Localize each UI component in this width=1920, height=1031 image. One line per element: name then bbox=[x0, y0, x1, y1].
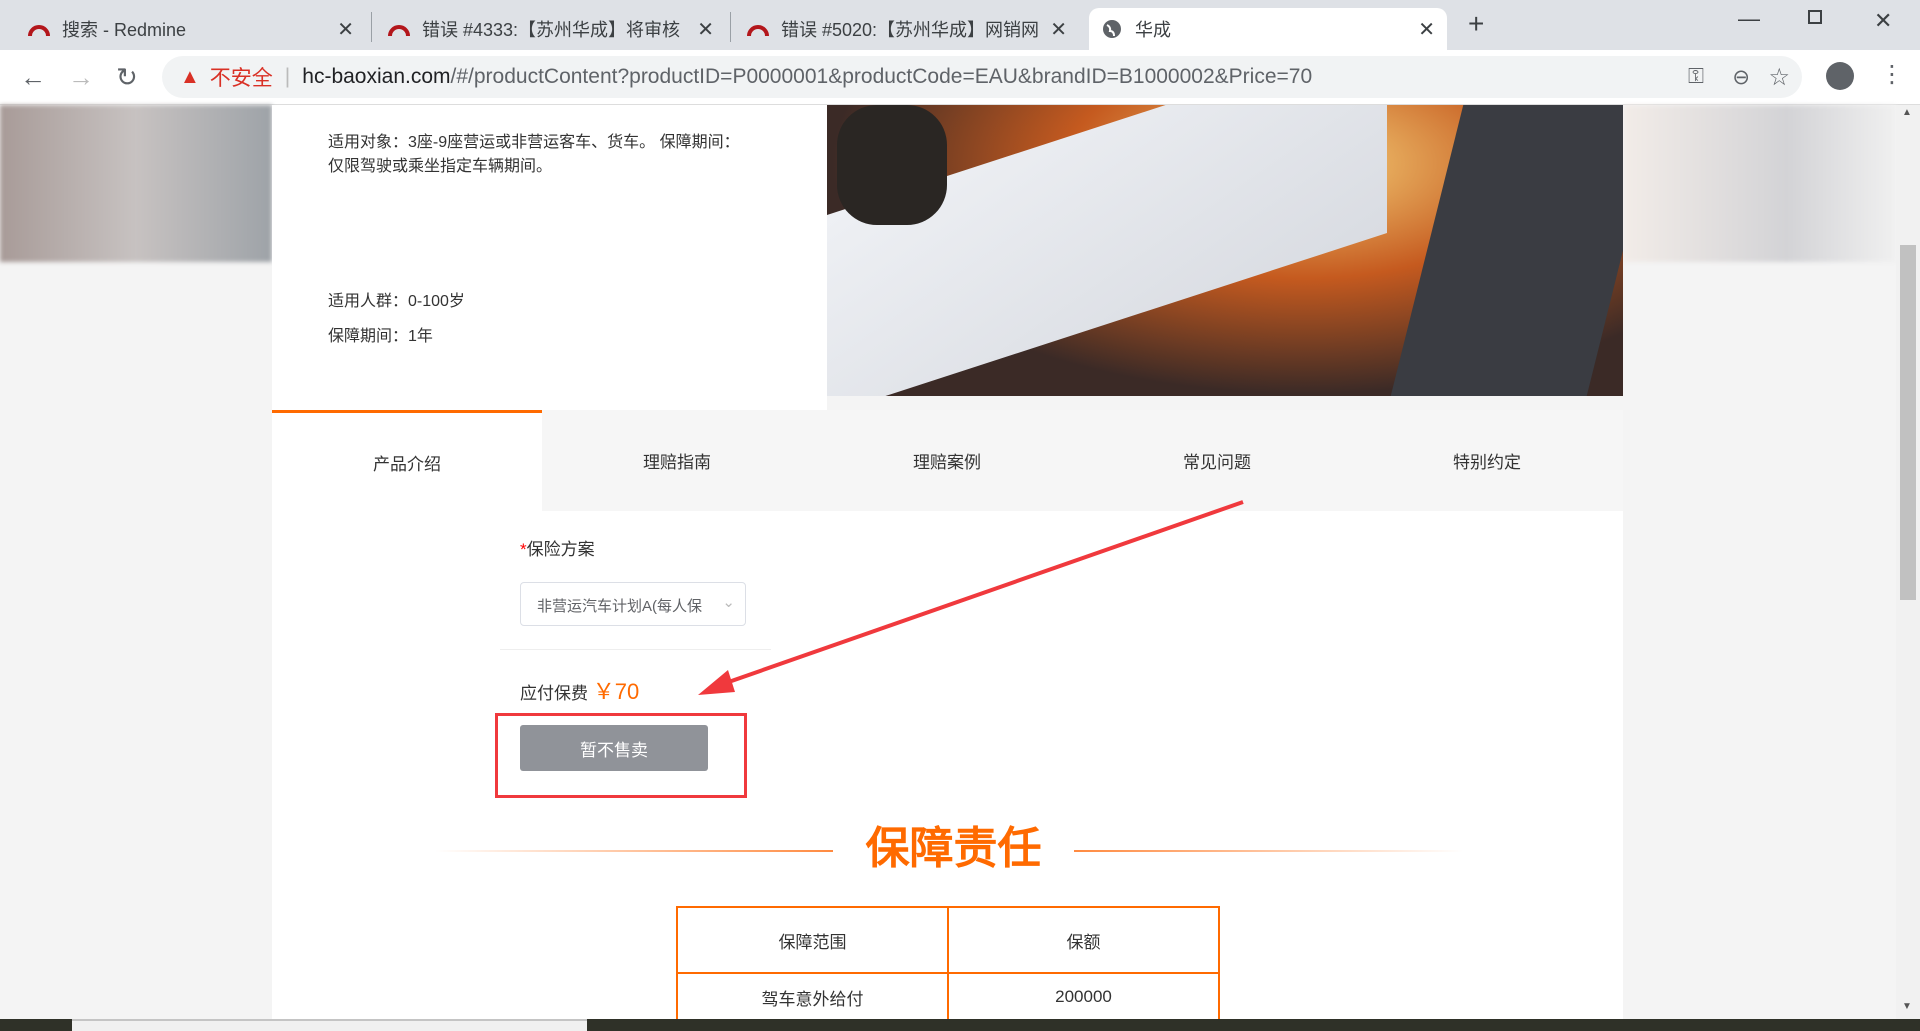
browser-tab[interactable]: 搜索 - Redmine ✕ bbox=[16, 8, 366, 50]
browser-tab[interactable]: 错误 #5020:【苏州华成】网销网 ✕ bbox=[735, 8, 1079, 50]
table-row: 驾车意外给付 200000 bbox=[676, 972, 1220, 1022]
page-content: 适用对象：3座-9座营运或非营运客车、货车。 保障期间：仅限驾驶或乘坐指定车辆期… bbox=[0, 105, 1896, 1022]
product-info-panel: 适用对象：3座-9座营运或非营运客车、货车。 保障期间：仅限驾驶或乘坐指定车辆期… bbox=[272, 105, 827, 410]
address-bar-row: ← → ↻ ▲ 不安全 | hc-baoxian.com/#/productCo… bbox=[0, 50, 1920, 105]
url-input[interactable]: ▲ 不安全 | hc-baoxian.com/#/productContent?… bbox=[162, 56, 1802, 98]
new-tab-button[interactable]: + bbox=[1468, 8, 1484, 40]
restore-button[interactable] bbox=[1808, 10, 1822, 24]
back-icon[interactable]: ← bbox=[20, 62, 46, 93]
warning-icon: ▲ bbox=[180, 65, 200, 88]
browser-tab-bar: 搜索 - Redmine ✕ 错误 #4333:【苏州华成】将审核 ✕ 错误 #50… bbox=[0, 0, 1920, 50]
title-line-left bbox=[435, 850, 833, 852]
bookmark-star-icon[interactable]: ☆ bbox=[1768, 63, 1790, 92]
profile-avatar-icon[interactable] bbox=[1826, 62, 1854, 90]
forward-icon[interactable]: → bbox=[68, 62, 94, 93]
browser-tab-active[interactable]: 华成 ✕ bbox=[1089, 8, 1447, 50]
close-tab-icon[interactable]: ✕ bbox=[697, 17, 714, 42]
coverage-title: 保障责任 bbox=[865, 824, 1042, 873]
product-target: 适用对象：3座-9座营运或非营运客车、货车。 保障期间：仅限驾驶或乘坐指定车辆期… bbox=[328, 134, 740, 175]
globe-icon bbox=[1101, 18, 1123, 40]
coverage-table: 保障范围 保额 驾车意外给付 200000 bbox=[676, 906, 1220, 1022]
redmine-icon bbox=[388, 18, 410, 40]
reload-icon[interactable]: ↻ bbox=[116, 62, 138, 93]
zoom-icon[interactable]: ⊖ bbox=[1732, 65, 1750, 90]
product-period: 保障期间：1年 bbox=[328, 328, 433, 345]
vertical-scrollbar[interactable]: ▲ ▼ bbox=[1896, 105, 1920, 1019]
close-tab-icon[interactable]: ✕ bbox=[1418, 17, 1435, 42]
close-window-button[interactable]: ✕ bbox=[1874, 8, 1892, 34]
detail-section: 产品介绍 理赔指南 理赔案例 常见问题 特别约定 *保险方案 非营运汽车计划A(… bbox=[272, 410, 1623, 1022]
table-header-row: 保障范围 保额 bbox=[676, 906, 1220, 974]
close-tab-icon[interactable]: ✕ bbox=[337, 17, 354, 42]
browser-tab[interactable]: 错误 #4333:【苏州华成】将审核 ✕ bbox=[376, 8, 726, 50]
minimize-button[interactable]: — bbox=[1738, 6, 1760, 32]
horizontal-scrollbar[interactable] bbox=[72, 1019, 587, 1031]
scrollbar-thumb[interactable] bbox=[1900, 245, 1916, 600]
redmine-icon bbox=[28, 18, 50, 40]
banner-right-image bbox=[1624, 105, 1896, 262]
car-interior-image bbox=[827, 105, 1623, 396]
banner-left-image bbox=[0, 105, 272, 262]
product-age: 适用人群：0-100岁 bbox=[328, 293, 465, 310]
close-tab-icon[interactable]: ✕ bbox=[1050, 17, 1067, 42]
taskbar bbox=[0, 1019, 1920, 1031]
title-line-right bbox=[1074, 850, 1463, 852]
menu-icon[interactable]: ⋮ bbox=[1880, 60, 1904, 89]
redmine-icon bbox=[747, 18, 769, 40]
key-icon[interactable]: ⚿ bbox=[1688, 65, 1704, 89]
